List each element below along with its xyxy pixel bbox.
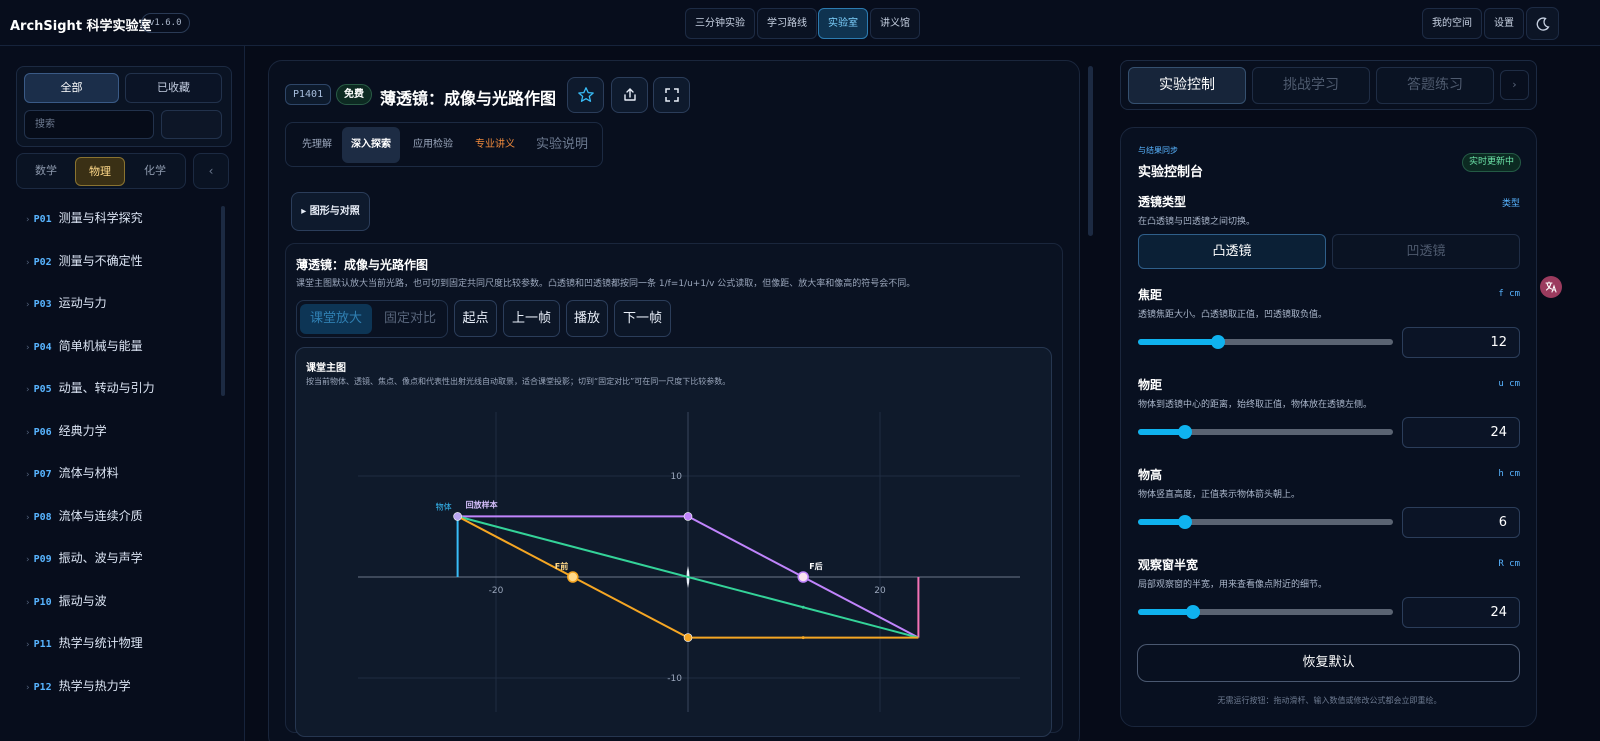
back-focus-point <box>797 571 809 583</box>
lens-type-desc: 在凸透镜与凹透镜之间切换。 <box>1138 217 1256 227</box>
param-window-label: 观察窗半宽 <box>1138 558 1199 572</box>
param-distance-input[interactable]: 24 <box>1402 417 1520 448</box>
object-tip-point <box>453 512 462 521</box>
translate-button[interactable] <box>1540 276 1562 298</box>
back-focus-label: F后 <box>809 561 822 571</box>
convex-lens-button[interactable]: 凸透镜 <box>1138 234 1326 269</box>
param-focal-input[interactable]: 12 <box>1402 327 1520 358</box>
translate-icon <box>1545 281 1557 293</box>
param-focal-label: 焦距 <box>1138 288 1163 302</box>
lens-hit-point <box>683 512 693 521</box>
tab-quiz[interactable]: 答题练习 <box>1376 67 1494 104</box>
slider-fill <box>1138 339 1219 345</box>
object-label: 物体 <box>436 501 452 511</box>
tick-label-y: -10 <box>667 674 682 684</box>
reset-button[interactable]: 恢复默认 <box>1137 644 1520 682</box>
param-height-unit: h cm <box>1498 469 1520 479</box>
param-distance-unit: u cm <box>1498 379 1520 389</box>
chevron-right-icon: › <box>1512 78 1517 91</box>
front-focus-label: F前 <box>555 561 568 571</box>
live-badge: 实时更新中 <box>1462 153 1522 172</box>
lens-type-label: 透镜类型 <box>1138 195 1187 209</box>
param-window-desc: 局部观察窗的半宽，用来查看像点附近的细节。 <box>1138 580 1328 590</box>
tab-challenge[interactable]: 挑战学习 <box>1252 67 1370 104</box>
slider-fill <box>1138 609 1193 615</box>
tick-label-y: 10 <box>671 472 683 482</box>
param-focal-slider[interactable] <box>1138 335 1393 349</box>
slider-knob[interactable] <box>1185 605 1200 619</box>
lens-hit-point-focal <box>683 633 693 642</box>
param-focal-unit: f cm <box>1498 289 1520 299</box>
param-focal-desc: 透镜焦距大小。凸透镜取正值，凹透镜取负值。 <box>1138 310 1328 320</box>
concave-lens-button[interactable]: 凹透镜 <box>1332 234 1520 269</box>
panel-footer: 无需运行按钮：拖动滑杆、输入数值或修改公式都会立即重绘。 <box>1217 696 1442 705</box>
lens-type-tag: 类型 <box>1501 199 1520 209</box>
sample-label: 回放样本 <box>466 499 498 509</box>
tab-experiment-control[interactable]: 实验控制 <box>1128 67 1246 104</box>
param-window-input[interactable]: 24 <box>1402 597 1520 628</box>
right-tabs: 实验控制 挑战学习 答题练习 <box>1120 60 1537 110</box>
param-window-slider[interactable] <box>1138 605 1393 619</box>
focal-ray-marker <box>801 636 805 640</box>
param-height-desc: 物体竖直高度，正值表示物体箭头朝上。 <box>1138 490 1301 500</box>
param-distance-slider[interactable] <box>1138 425 1393 439</box>
param-height-input[interactable]: 6 <box>1402 507 1520 538</box>
control-title: 实验控制台 <box>1138 165 1204 180</box>
center-ray-marker <box>801 605 805 609</box>
right-tabs-next-button[interactable]: › <box>1500 70 1529 100</box>
front-focus-point <box>567 571 579 583</box>
param-distance-label: 物距 <box>1138 378 1163 392</box>
sync-label: 与结果同步 <box>1138 146 1178 155</box>
tick-label-x: 20 <box>874 586 886 596</box>
param-height-slider[interactable] <box>1138 515 1393 529</box>
param-distance-desc: 物体到透镜中心的距离，始终取正值，物体放在透镜左侧。 <box>1138 400 1373 410</box>
param-height-label: 物高 <box>1138 468 1163 482</box>
tick-label-x: -20 <box>489 586 504 596</box>
param-window-unit: R cm <box>1498 559 1520 569</box>
